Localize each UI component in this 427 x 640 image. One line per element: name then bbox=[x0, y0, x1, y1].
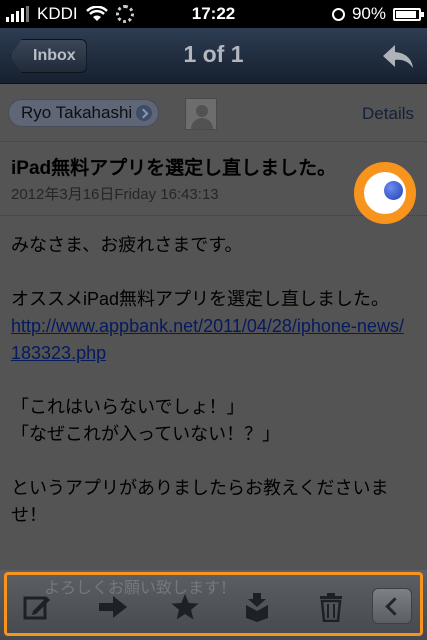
sender-row: Ryo Takahashi Details bbox=[0, 84, 427, 142]
body-quotes: 「これはいらないでしょ！」 「なぜこれが入っていない！？」 bbox=[11, 394, 411, 448]
avatar bbox=[185, 98, 217, 130]
body-closing: というアプリがありましたらお教えくださいませ！ bbox=[11, 478, 389, 525]
sender-chip[interactable]: Ryo Takahashi bbox=[8, 99, 160, 127]
message-view: Ryo Takahashi Details iPad無料アプリを選定し直しました… bbox=[0, 84, 427, 570]
unread-dot-icon bbox=[384, 181, 403, 200]
body-intro: オススメiPad無料アプリを選定し直しました。 bbox=[11, 289, 390, 309]
battery-percent: 90% bbox=[351, 4, 386, 23]
message-position-title: 1 of 1 bbox=[183, 41, 244, 67]
toolbar-highlight-frame bbox=[4, 572, 423, 636]
body-link[interactable]: http://www.appbank.net/2011/04/28/iphone… bbox=[11, 316, 404, 363]
status-bar: KDDI 17:22 90% bbox=[0, 0, 427, 28]
navigation-bar: Inbox 1 of 1 bbox=[0, 28, 427, 84]
body-greeting: みなさま、お疲れさまです。 bbox=[11, 235, 243, 255]
reply-arrow-icon[interactable] bbox=[381, 42, 415, 70]
body-paragraph: オススメiPad無料アプリを選定し直しました。 http://www.appba… bbox=[11, 286, 411, 367]
details-link[interactable]: Details bbox=[362, 104, 414, 124]
body-quote-2: 「なぜこれが入っていない！？」 bbox=[11, 424, 281, 444]
message-body: みなさま、お疲れさまです。 オススメiPad無料アプリを選定し直しました。 ht… bbox=[11, 232, 411, 556]
sender-name: Ryo Takahashi bbox=[21, 103, 133, 122]
chevron-right-icon bbox=[136, 105, 153, 121]
unread-marker-highlight[interactable] bbox=[354, 162, 416, 224]
body-quote-1: 「これはいらないでしょ！」 bbox=[11, 397, 245, 417]
message-subject: iPad無料アプリを選定し直しました。 bbox=[11, 158, 337, 179]
alarm-clock-icon bbox=[331, 7, 345, 21]
message-date: 2012年3月16日Friday 16:43:13 bbox=[11, 186, 219, 203]
battery-icon bbox=[393, 7, 424, 21]
